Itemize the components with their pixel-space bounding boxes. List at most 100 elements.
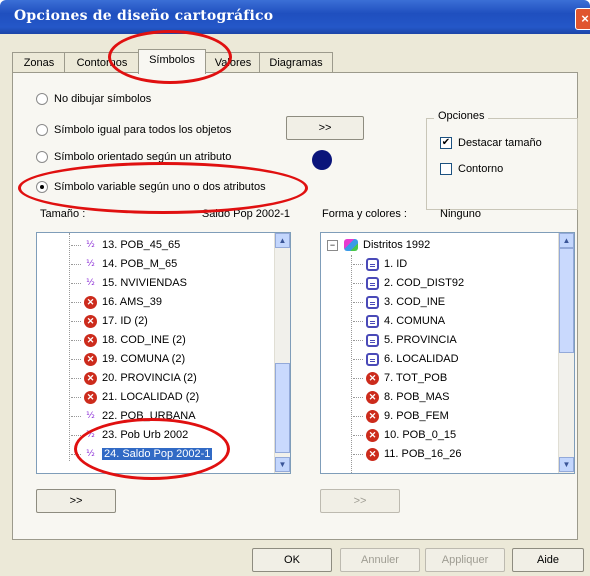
- list-item-label: 22. POB_URBANA: [102, 410, 196, 422]
- radio-variable-symbol[interactable]: Símbolo variable según uno o dos atribut…: [36, 178, 266, 196]
- tree-item-label: 2. COD_DIST92: [384, 277, 465, 289]
- tree-item[interactable]: ✕ 11. POB_16_26: [353, 445, 461, 464]
- tree-root-label: Distritos 1992: [363, 239, 431, 251]
- x-icon: ✕: [84, 333, 97, 347]
- scroll-thumb[interactable]: [275, 363, 290, 453]
- forma-choose-button[interactable]: >>: [320, 489, 400, 513]
- tree-item[interactable]: ✕ 7. TOT_POB: [353, 369, 447, 388]
- list-item[interactable]: ✕ 18. COD_INE (2): [71, 331, 186, 350]
- list-item-label: 18. COD_INE (2): [102, 334, 186, 346]
- tree-item[interactable]: 3. COD_INE: [353, 293, 445, 312]
- tamano-scrollbar[interactable]: ▲ ▼: [274, 233, 290, 473]
- list-item[interactable]: ½ 15. NVIVIENDAS: [71, 274, 187, 293]
- x-icon: ✕: [84, 352, 97, 366]
- list-item[interactable]: ½ 14. POB_M_65: [71, 255, 177, 274]
- list-item-label: 15. NVIVIENDAS: [102, 277, 187, 289]
- radio-label: Símbolo orientado según un atributo: [54, 151, 232, 163]
- scroll-down-icon[interactable]: ▼: [559, 457, 574, 472]
- tree-item[interactable]: 5. PROVINCIA: [353, 331, 457, 350]
- aide-button[interactable]: Aide: [512, 548, 584, 572]
- close-button[interactable]: ×: [575, 8, 590, 30]
- list-icon: [366, 276, 379, 290]
- list-icon: [366, 352, 379, 366]
- x-icon: ✕: [366, 390, 379, 404]
- fraction-icon: ½: [86, 258, 95, 269]
- list-item[interactable]: ✕ 20. PROVINCIA (2): [71, 369, 197, 388]
- tree-item[interactable]: ✕ 8. POB_MAS: [353, 388, 449, 407]
- symbol-choose-button[interactable]: >>: [286, 116, 364, 140]
- scroll-up-icon[interactable]: ▲: [559, 233, 574, 248]
- radio-button[interactable]: [36, 124, 48, 137]
- radio-button-selected[interactable]: [36, 181, 48, 194]
- tamano-value: Saldo Pop 2002-1: [201, 208, 290, 220]
- x-icon: ✕: [84, 371, 97, 385]
- scroll-up-icon[interactable]: ▲: [275, 233, 290, 248]
- forma-attribute-tree[interactable]: ▲ ▼ − Distritos 1992 1. ID 2. COD_DIST92 3. …: [320, 232, 575, 474]
- annuler-button[interactable]: Annuler: [340, 548, 420, 572]
- radio-label: No dibujar símbolos: [54, 93, 152, 105]
- tree-connector: [69, 233, 70, 461]
- list-item[interactable]: ✕ 21. LOCALIDAD (2): [71, 388, 199, 407]
- tree-item[interactable]: 6. LOCALIDAD: [353, 350, 459, 369]
- tab-valores[interactable]: Valores: [205, 52, 261, 73]
- tab-diagramas[interactable]: Diagramas: [259, 52, 333, 73]
- destacar-checkbox-row[interactable]: ✔ Destacar tamaño: [440, 134, 542, 152]
- destacar-checkbox[interactable]: ✔: [440, 137, 452, 150]
- x-icon: ✕: [366, 409, 379, 423]
- radio-no-symbols[interactable]: No dibujar símbolos: [36, 90, 151, 108]
- contorno-checkbox-row[interactable]: Contorno: [440, 160, 503, 178]
- list-item[interactable]: ✕ 16. AMS_39: [71, 293, 162, 312]
- contorno-checkbox[interactable]: [440, 163, 452, 176]
- list-icon: [366, 314, 379, 328]
- tree-item-label: 10. POB_0_15: [384, 429, 457, 441]
- list-item[interactable]: ✕ 17. ID (2): [71, 312, 148, 331]
- tree-item[interactable]: 2. COD_DIST92: [353, 274, 464, 293]
- list-item[interactable]: ✕ 19. COMUNA (2): [71, 350, 185, 369]
- tree-item[interactable]: ✕ 9. POB_FEM: [353, 407, 449, 426]
- radio-button[interactable]: [36, 93, 48, 106]
- tree-item[interactable]: 4. COMUNA: [353, 312, 445, 331]
- radio-label: Símbolo igual para todos los objetos: [54, 124, 232, 136]
- tree-item[interactable]: 1. ID: [353, 255, 407, 274]
- options-group-title: Opciones: [434, 110, 489, 122]
- tree-item-label: 9. POB_FEM: [384, 410, 449, 422]
- fraction-icon: ½: [86, 277, 95, 288]
- tree-item-label: 7. TOT_POB: [384, 372, 448, 384]
- list-icon: [366, 295, 379, 309]
- list-item-label: 19. COMUNA (2): [102, 353, 186, 365]
- radio-same-symbol[interactable]: Símbolo igual para todos los objetos: [36, 121, 231, 139]
- tree-root[interactable]: − Distritos 1992: [327, 236, 430, 255]
- appliquer-button[interactable]: Appliquer: [425, 548, 505, 572]
- ok-button[interactable]: OK: [252, 548, 332, 572]
- scroll-thumb[interactable]: [559, 248, 574, 353]
- tamano-label: Tamaño :: [40, 208, 86, 220]
- forma-scrollbar[interactable]: ▲ ▼: [558, 233, 574, 473]
- tab-contornos[interactable]: Contornos: [64, 52, 140, 73]
- x-icon: ✕: [84, 390, 97, 404]
- tree-item[interactable]: ✕ 10. POB_0_15: [353, 426, 456, 445]
- tab-zonas[interactable]: Zonas: [12, 52, 66, 73]
- scroll-down-icon[interactable]: ▼: [275, 457, 290, 472]
- tree-item-label: 8. POB_MAS: [384, 391, 450, 403]
- list-item-label: 16. AMS_39: [102, 296, 162, 308]
- x-icon: ✕: [84, 314, 97, 328]
- tab-simbolos[interactable]: Símbolos: [138, 49, 206, 74]
- tree-item-label: 1. ID: [384, 258, 408, 270]
- radio-oriented-symbol[interactable]: Símbolo orientado según un atributo: [36, 148, 231, 166]
- list-item-label: 23. Pob Urb 2002: [102, 429, 189, 441]
- tree-item-label: 11. POB_16_26: [384, 448, 462, 460]
- tamano-choose-button[interactable]: >>: [36, 489, 116, 513]
- fraction-icon: ½: [86, 429, 95, 440]
- list-item[interactable]: ½ 24. Saldo Pop 2002-1: [71, 445, 214, 464]
- collapse-icon[interactable]: −: [327, 239, 338, 251]
- list-item-label: 24. Saldo Pop 2002-1: [100, 447, 214, 461]
- x-icon: ✕: [366, 428, 379, 442]
- list-item[interactable]: ½ 23. Pob Urb 2002: [71, 426, 188, 445]
- tamano-attribute-list[interactable]: ▲ ▼ ½ 13. POB_45_65 ½ 14. POB_M_65 ½ 15. NVIV…: [36, 232, 291, 474]
- list-item[interactable]: ½ 13. POB_45_65: [71, 236, 180, 255]
- fraction-icon: ½: [86, 239, 95, 250]
- tree-item-label: 5. PROVINCIA: [384, 334, 457, 346]
- list-item[interactable]: ½ 22. POB_URBANA: [71, 407, 196, 426]
- destacar-label: Destacar tamaño: [458, 137, 542, 149]
- radio-button[interactable]: [36, 151, 48, 164]
